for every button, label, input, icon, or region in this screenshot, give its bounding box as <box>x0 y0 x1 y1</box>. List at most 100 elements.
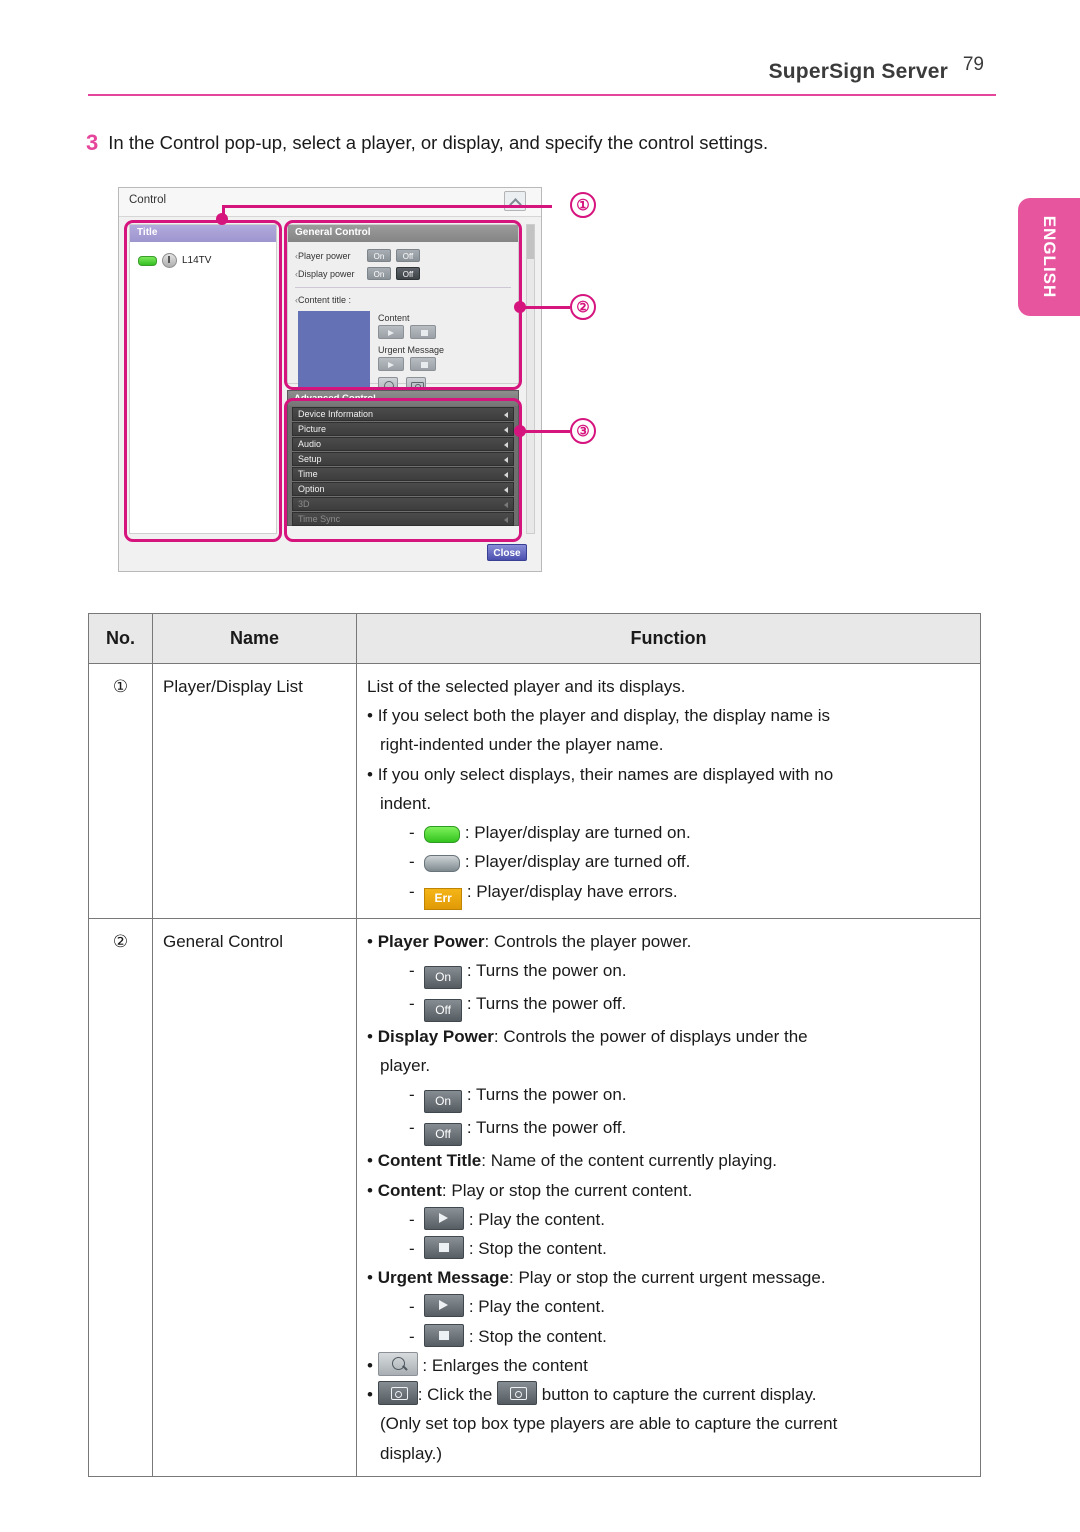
callout-marker-3: ③ <box>570 418 596 444</box>
play-button-icon <box>424 1294 465 1318</box>
stop-button-icon <box>424 1323 465 1347</box>
fn-dash: - On : Turns the power on. <box>367 1080 970 1114</box>
fn-dash-text: : Play the content. <box>468 1297 605 1317</box>
fn-bullet: • Player Power: Controls the player powe… <box>367 931 692 951</box>
fn-bullet-text: : Controls the player power. <box>484 931 692 951</box>
fn-bold-term: Player Power <box>377 931 485 951</box>
popup-scrollbar[interactable] <box>526 224 535 534</box>
table-row: ② General Control • Player Power: Contro… <box>88 917 981 1477</box>
table-row: ① Player/Display List List of the select… <box>88 662 981 919</box>
close-button[interactable]: Close <box>487 544 527 561</box>
fn-dash-text: : Turns the power on. <box>466 960 627 980</box>
fn-cont: indent. <box>380 793 432 813</box>
play-button-icon <box>424 1206 465 1230</box>
fn-dash-text: : Play the content. <box>468 1209 605 1229</box>
scrollbar-thumb[interactable] <box>527 225 534 259</box>
chevron-up-icon[interactable] <box>504 191 526 211</box>
fn-dash: - On : Turns the power on. <box>367 956 970 989</box>
stop-button-icon <box>424 1236 465 1259</box>
fn-dash-text: : Player/display are turned off. <box>464 852 691 872</box>
fn-cont: (Only set top box type players are able … <box>380 1414 838 1434</box>
fn-bullet-text: : Play or stop the current urgent messag… <box>509 1268 826 1288</box>
fn-bold-term: Display Power <box>377 1026 494 1046</box>
fn-dash-text: : Player/display have errors. <box>466 881 678 901</box>
step-text: In the Control pop-up, select a player, … <box>108 132 769 153</box>
callout-dot-3 <box>514 425 526 437</box>
error-badge-icon: Err <box>424 887 463 910</box>
fn-bullet-text: If you only select displays, their names… <box>377 764 834 784</box>
header-rule <box>88 94 996 96</box>
callout-box-1 <box>124 220 282 542</box>
fn-bullet-text: : Play or stop the current content. <box>441 1180 693 1200</box>
fn-bullet: • If you only select displays, their nam… <box>367 764 834 784</box>
fn-dash-text: : Turns the power on. <box>466 1085 627 1105</box>
fn-bold-term: Content <box>377 1180 442 1200</box>
fn-bullet-text: : Enlarges the content <box>422 1355 588 1375</box>
row-number: ② <box>88 917 153 1477</box>
fn-dash-text: : Player/display are turned on. <box>464 823 691 843</box>
fn-bullet-text: button to capture the current display. <box>537 1385 817 1405</box>
row-number: ① <box>88 662 153 919</box>
row-function: List of the selected player and its disp… <box>356 662 981 919</box>
step-number: 3 <box>86 130 99 155</box>
popup-titlebar: Control <box>119 188 541 217</box>
fn-dash: - Off : Turns the power off. <box>367 1113 970 1147</box>
camera-button-icon <box>377 1381 418 1406</box>
language-tab: ENGLISH <box>1018 198 1080 316</box>
table-header-row: No. Name Function <box>88 613 981 664</box>
off-button-icon: Off <box>424 998 463 1022</box>
fn-bullet: • Content Title: Name of the content cur… <box>367 1151 778 1171</box>
callout-dot-2 <box>514 301 526 313</box>
callout-marker-1: ① <box>570 192 596 218</box>
fn-dash-text: : Turns the power off. <box>466 993 627 1013</box>
fn-dash: - : Stop the content. <box>367 1234 970 1263</box>
fn-bullet: • Urgent Message: Play or stop the curre… <box>367 1268 826 1288</box>
fn-bullet: • : Enlarges the content <box>367 1351 970 1380</box>
callout-marker-2: ② <box>570 294 596 320</box>
fn-cont: player. <box>380 1056 431 1076</box>
row-function: • Player Power: Controls the player powe… <box>356 917 981 1477</box>
fn-bullet: • If you select both the player and disp… <box>367 706 831 726</box>
page-title: SuperSign Server <box>768 60 948 83</box>
camera-button-icon <box>497 1381 538 1406</box>
callout-line-3 <box>520 430 570 433</box>
fn-dash-text: : Stop the content. <box>468 1326 607 1346</box>
fn-bold-term: Urgent Message <box>377 1268 510 1288</box>
row-name: General Control <box>152 917 357 1477</box>
callout-box-3 <box>284 398 522 542</box>
callout-line-1b <box>222 205 225 219</box>
callout-line-1 <box>222 205 552 208</box>
callout-line-2 <box>520 306 570 309</box>
fn-bullet: • Content: Play or stop the current cont… <box>367 1180 693 1200</box>
column-header-name: Name <box>152 613 357 664</box>
fn-bullet-text: : Name of the content currently playing. <box>481 1151 778 1171</box>
column-header-function: Function <box>356 613 981 664</box>
fn-line: List of the selected player and its disp… <box>367 676 686 696</box>
fn-bullet-text: : Click the <box>417 1385 498 1405</box>
fn-dash: - : Player/display are turned off. <box>409 852 691 873</box>
row-name: Player/Display List <box>152 662 357 919</box>
popup-title: Control <box>129 194 167 206</box>
fn-bullet: • : Click the button to capture the curr… <box>367 1380 970 1409</box>
language-tab-label: ENGLISH <box>1040 215 1059 299</box>
fn-dash: - : Stop the content. <box>367 1322 970 1351</box>
status-pill-off-icon <box>424 855 461 873</box>
fn-cont: display.) <box>380 1443 443 1463</box>
fn-dash: - : Play the content. <box>367 1292 970 1321</box>
on-button-icon: On <box>424 1090 463 1114</box>
function-table: No. Name Function ① Player/Display List … <box>88 613 981 1477</box>
fn-dash-text: : Stop the content. <box>468 1239 607 1258</box>
column-header-no: No. <box>88 613 153 664</box>
magnify-button-icon <box>377 1351 418 1376</box>
off-button-icon: Off <box>424 1123 463 1147</box>
fn-cont: right-indented under the player name. <box>380 735 664 755</box>
page-number: 79 <box>962 54 984 75</box>
fn-dash: - : Player/display are turned on. <box>409 823 691 844</box>
step-instruction: 3 In the Control pop-up, select a player,… <box>86 130 986 156</box>
callout-box-2 <box>284 220 522 390</box>
page-header: SuperSign Server 79 <box>88 54 1000 98</box>
fn-bullet: • Display Power: Controls the power of d… <box>367 1026 808 1046</box>
on-button-icon: On <box>424 965 463 989</box>
fn-dash: - Off : Turns the power off. <box>367 989 970 1022</box>
fn-bullet-text: : Controls the power of displays under t… <box>493 1026 808 1046</box>
